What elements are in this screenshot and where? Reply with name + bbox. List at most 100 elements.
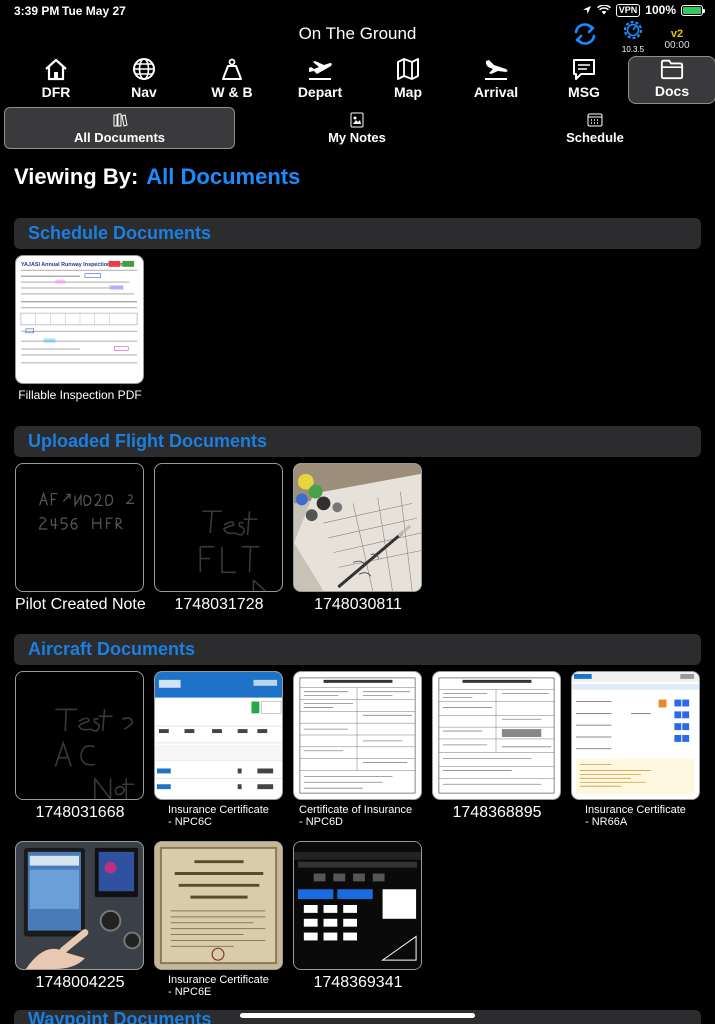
doc-label-text: Insurance Certificate - NPC6E bbox=[168, 974, 269, 998]
sub-tabs: All Documents My Notes Schedule bbox=[4, 107, 714, 149]
doc-thumbnail bbox=[154, 463, 283, 592]
doc-thumbnail bbox=[432, 671, 561, 800]
nav-docs-label: Docs bbox=[654, 83, 690, 99]
doc-label: Pilot Created Note bbox=[15, 596, 146, 613]
doc-insurance-certificate-npc6e[interactable]: Insurance Certificate - NPC6E bbox=[154, 841, 284, 998]
doc-label-text: Certificate of Insurance - NPC6D bbox=[299, 804, 413, 828]
nav-docs[interactable]: Docs bbox=[628, 56, 715, 104]
doc-thumbnail bbox=[571, 671, 700, 800]
screenshot-app-art bbox=[294, 842, 421, 969]
map-icon bbox=[397, 58, 419, 80]
gear-icon bbox=[623, 20, 643, 40]
nav-nav-label: Nav bbox=[131, 84, 157, 100]
calendar-icon bbox=[587, 113, 603, 126]
doc-label: 1748004225 bbox=[35, 974, 125, 991]
wifi-icon bbox=[596, 5, 611, 15]
viewing-by-label: Viewing By: bbox=[14, 164, 139, 189]
message-icon bbox=[573, 59, 595, 80]
doc-certificate-of-insurance-npc6d[interactable]: Certificate of Insurance - NPC6D bbox=[293, 671, 423, 828]
globe-icon bbox=[133, 58, 155, 80]
doc-1748030811[interactable]: 1748030811 bbox=[293, 463, 423, 614]
doc-label: 1748031728 bbox=[174, 596, 264, 613]
nav-dfr[interactable]: DFR bbox=[12, 56, 100, 104]
plane-arrival-icon bbox=[485, 60, 508, 80]
note-icon bbox=[350, 112, 364, 127]
doc-label: Certificate of Insurance - NPC6D bbox=[293, 804, 423, 828]
nav-wb[interactable]: W & B bbox=[188, 56, 276, 104]
doc-label: Insurance Certificate - NPC6E bbox=[154, 974, 284, 998]
viewing-by: Viewing By: All Documents bbox=[14, 164, 300, 190]
doc-thumbnail bbox=[154, 671, 283, 800]
page-title: On The Ground bbox=[298, 24, 417, 43]
web-document-art bbox=[155, 672, 282, 790]
doc-pilot-created-note[interactable]: Pilot Created Note bbox=[15, 463, 146, 614]
vpn-badge: VPN bbox=[615, 3, 641, 17]
timer-label: 00:00 bbox=[664, 40, 690, 51]
nav-map-label: Map bbox=[394, 84, 422, 100]
weight-icon bbox=[222, 58, 242, 80]
vintage-certificate-art bbox=[155, 842, 282, 969]
nav-arrival-label: Arrival bbox=[473, 84, 519, 100]
photo-cockpit-art bbox=[16, 842, 143, 969]
v2-label: v2 bbox=[670, 28, 684, 40]
folder-icon bbox=[660, 59, 684, 80]
doc-insurance-certificate-npc6c[interactable]: Insurance Certificate - NPC6C bbox=[154, 671, 284, 828]
doc-label: 1748031668 bbox=[35, 804, 125, 821]
photo-chart-desk-art bbox=[294, 464, 421, 591]
tab-all-documents[interactable]: All Documents bbox=[4, 107, 235, 149]
nav-depart-label: Depart bbox=[297, 84, 343, 100]
doc-1748004225[interactable]: 1748004225 bbox=[15, 841, 145, 992]
home-indicator[interactable] bbox=[240, 1013, 475, 1018]
plane-departure-icon bbox=[309, 61, 332, 80]
tab-schedule-label: Schedule bbox=[566, 129, 624, 145]
settings-button[interactable]: 10.3.5 bbox=[618, 18, 648, 54]
nav-arrival[interactable]: Arrival bbox=[452, 56, 540, 104]
doc-1748369341[interactable]: 1748369341 bbox=[293, 841, 423, 992]
doc-thumbnail: YAJASI Annual Runway Inspection Form bbox=[15, 255, 144, 384]
main-nav: DFR Nav W & B Depart Map Arrival MSG Doc… bbox=[12, 56, 715, 104]
status-time: 3:39 PM bbox=[14, 4, 60, 18]
doc-fillable-inspection-pdf[interactable]: YAJASI Annual Runway Inspection Form Fil… bbox=[15, 255, 145, 402]
app-version: 10.3.5 bbox=[621, 45, 645, 54]
nav-map[interactable]: Map bbox=[364, 56, 452, 104]
books-icon bbox=[113, 113, 128, 127]
tab-all-documents-label: All Documents bbox=[73, 129, 165, 145]
viewing-by-value[interactable]: All Documents bbox=[146, 164, 300, 189]
doc-label: 1748368895 bbox=[452, 804, 542, 821]
tab-schedule[interactable]: Schedule bbox=[535, 107, 655, 149]
handwriting-test-flt-art bbox=[199, 510, 266, 591]
tab-my-notes[interactable]: My Notes bbox=[297, 107, 417, 149]
nav-wb-label: W & B bbox=[211, 84, 253, 100]
nav-nav[interactable]: Nav bbox=[100, 56, 188, 104]
sync-icon[interactable] bbox=[571, 20, 599, 48]
doc-thumbnail bbox=[293, 841, 422, 970]
nav-msg-label: MSG bbox=[568, 84, 600, 100]
doc-label-text: Insurance Certificate - NR66A bbox=[585, 804, 686, 828]
doc-label-text: Insurance Certificate - NPC6C bbox=[168, 804, 269, 828]
battery-icon bbox=[681, 4, 705, 16]
status-bar: 3:39 PM Tue May 27 VPN 100% bbox=[0, 0, 715, 22]
section-uploaded-flight-documents: Uploaded Flight Documents bbox=[14, 426, 701, 457]
form-thumbnail-art: YAJASI Annual Runway Inspection Form bbox=[20, 260, 138, 364]
doc-thumbnail bbox=[15, 841, 144, 970]
doc-1748031668[interactable]: 1748031668 bbox=[15, 671, 145, 822]
nav-depart[interactable]: Depart bbox=[276, 56, 364, 104]
version-badge: v2 00:00 bbox=[660, 28, 694, 52]
section-aircraft-documents: Aircraft Documents bbox=[14, 634, 701, 665]
form-document-art bbox=[438, 677, 555, 794]
doc-insurance-certificate-nr66a[interactable]: Insurance Certificate - NR66A bbox=[571, 671, 701, 828]
doc-thumbnail bbox=[15, 671, 144, 800]
battery-percent: 100% bbox=[645, 3, 676, 17]
doc-thumbnail bbox=[154, 841, 283, 970]
doc-1748368895[interactable]: 1748368895 bbox=[432, 671, 562, 822]
nav-msg[interactable]: MSG bbox=[540, 56, 628, 104]
form-document-art bbox=[299, 677, 416, 794]
house-icon bbox=[45, 58, 67, 81]
doc-1748031728[interactable]: 1748031728 bbox=[154, 463, 284, 614]
nav-dfr-label: DFR bbox=[41, 84, 71, 100]
doc-thumbnail bbox=[15, 463, 144, 592]
web-form-art bbox=[572, 672, 699, 795]
doc-thumbnail bbox=[293, 671, 422, 800]
doc-thumbnail bbox=[293, 463, 422, 592]
section-schedule-documents: Schedule Documents bbox=[14, 218, 701, 249]
